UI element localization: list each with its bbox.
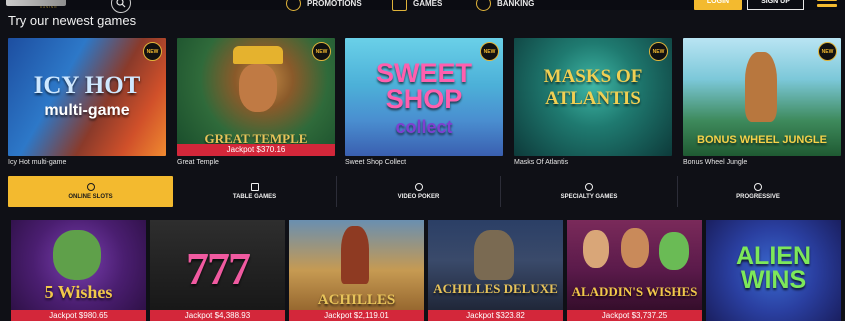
- game-tile-icy-hot[interactable]: ICY HOT multi-game NEW: [8, 38, 166, 156]
- game-tile-masks-of-atlantis[interactable]: MASKS OF ATLANTIS NEW: [514, 38, 672, 156]
- new-badge: NEW: [143, 42, 162, 61]
- nav-banking-label: BANKING: [497, 0, 535, 8]
- section-title: Try our newest games: [8, 13, 137, 28]
- game-logo: MASKS OF ATLANTIS: [543, 66, 643, 109]
- new-badge: NEW: [649, 42, 668, 61]
- cards-icon: [250, 183, 259, 191]
- character-figure: [621, 228, 649, 268]
- game-tile-sweet-shop[interactable]: SWEET SHOP collect NEW: [345, 38, 503, 156]
- top-navigation: CASINO PROMOTIONS GAMES BANKING LOGIN SI…: [0, 0, 845, 13]
- nav-games[interactable]: GAMES: [392, 0, 442, 11]
- game-logo: BONUS WHEEL JUNGLE: [697, 134, 827, 146]
- cherries-icon: [86, 183, 95, 191]
- jackpot-bar: Jackpot $4,388.93: [150, 310, 285, 321]
- game-logo-sub: collect: [395, 117, 453, 137]
- warrior-figure: [474, 230, 514, 280]
- menu-icon[interactable]: [817, 0, 837, 8]
- promotions-icon: [286, 0, 301, 11]
- game-logo: ACHILLES DELUXE: [433, 281, 558, 296]
- game-caption[interactable]: Bonus Wheel Jungle: [683, 159, 747, 166]
- slot-tile-aladdins-wishes[interactable]: ALADDIN'S WISHES Jackpot $3,737.25: [567, 220, 702, 321]
- game-logo: 5 Wishes: [44, 282, 113, 302]
- slot-tile-777[interactable]: 777 Jackpot $4,388.93: [150, 220, 285, 321]
- slot-tile-alien-wins[interactable]: ALIEN WINS: [706, 220, 841, 321]
- tab-online-slots[interactable]: ONLINE SLOTS: [8, 176, 173, 207]
- game-logo: ACHILLES: [317, 292, 396, 308]
- tab-label: ONLINE SLOTS: [68, 194, 113, 200]
- nav-promotions[interactable]: PROMOTIONS: [286, 0, 362, 11]
- game-caption[interactable]: Masks Of Atlantis: [514, 159, 568, 166]
- game-caption[interactable]: Great Temple: [177, 159, 219, 166]
- slot-tile-achilles[interactable]: ACHILLES Jackpot $2,119.01: [289, 220, 424, 321]
- logo-subtitle: CASINO: [40, 5, 58, 9]
- games-icon: [392, 0, 407, 11]
- tab-progressive[interactable]: PROGRESSIVE: [678, 176, 838, 207]
- tab-specialty-games[interactable]: SPECIALTY GAMES: [501, 176, 677, 207]
- specialty-icon: [585, 183, 593, 191]
- nav-games-label: GAMES: [413, 0, 443, 8]
- search-button[interactable]: [111, 0, 131, 13]
- tab-label: TABLE GAMES: [232, 194, 277, 200]
- game-logo-sub: multi-game: [44, 102, 130, 119]
- game-logo: ALADDIN'S WISHES: [571, 284, 698, 299]
- tab-label: SPECIALTY GAMES: [560, 194, 618, 200]
- tab-label: VIDEO POKER: [397, 194, 440, 200]
- banking-icon: [476, 0, 491, 11]
- signup-button[interactable]: SIGN UP: [747, 0, 804, 10]
- warrior-figure: [341, 226, 369, 284]
- poker-chip-icon: [414, 183, 423, 191]
- game-tile-bonus-wheel-jungle[interactable]: BONUS WHEEL JUNGLE NEW: [683, 38, 841, 156]
- game-logo: 777: [186, 243, 251, 294]
- category-tabs: ONLINE SLOTS TABLE GAMES VIDEO POKER SPE…: [8, 176, 845, 207]
- new-badge: NEW: [480, 42, 499, 61]
- game-tile-great-temple[interactable]: GREAT TEMPLE NEW Jackpot $370.16: [177, 38, 335, 156]
- genie-figure: [53, 230, 101, 280]
- new-badge: NEW: [818, 42, 837, 61]
- login-button[interactable]: LOGIN: [694, 0, 742, 10]
- game-logo: SWEET SHOP: [375, 58, 472, 114]
- jackpot-bar: Jackpot $370.16: [177, 144, 335, 156]
- tab-table-games[interactable]: TABLE GAMES: [173, 176, 336, 207]
- slot-tile-achilles-deluxe[interactable]: ACHILLES DELUXE Jackpot $323.82: [428, 220, 563, 321]
- jackpot-bar: Jackpot $2,119.01: [289, 310, 424, 321]
- game-caption[interactable]: Sweet Shop Collect: [345, 159, 406, 166]
- character-figure: [583, 230, 609, 268]
- tab-label: PROGRESSIVE: [736, 194, 780, 200]
- nav-banking[interactable]: BANKING: [476, 0, 534, 11]
- jackpot-bar: Jackpot $3,737.25: [567, 310, 702, 321]
- tab-video-poker[interactable]: VIDEO POKER: [337, 176, 500, 207]
- slot-tile-5-wishes[interactable]: 5 Wishes Jackpot $980.65: [11, 220, 146, 321]
- jungle-hero: [745, 52, 777, 122]
- search-icon: [116, 0, 126, 8]
- jackpot-bar: Jackpot $323.82: [428, 310, 563, 321]
- casino-page: CASINO PROMOTIONS GAMES BANKING LOGIN SI…: [0, 0, 845, 321]
- new-badge: NEW: [312, 42, 331, 61]
- warrior-headdress: [233, 46, 283, 64]
- game-caption[interactable]: Icy Hot multi-game: [8, 159, 66, 166]
- character-figure: [659, 232, 689, 270]
- jackpot-bar: Jackpot $980.65: [11, 310, 146, 321]
- game-logo: ICY HOT: [33, 72, 141, 99]
- nav-promotions-label: PROMOTIONS: [307, 0, 362, 8]
- warrior-face: [239, 64, 277, 112]
- game-logo: ALIEN WINS: [736, 242, 811, 294]
- progressive-icon: [754, 183, 762, 191]
